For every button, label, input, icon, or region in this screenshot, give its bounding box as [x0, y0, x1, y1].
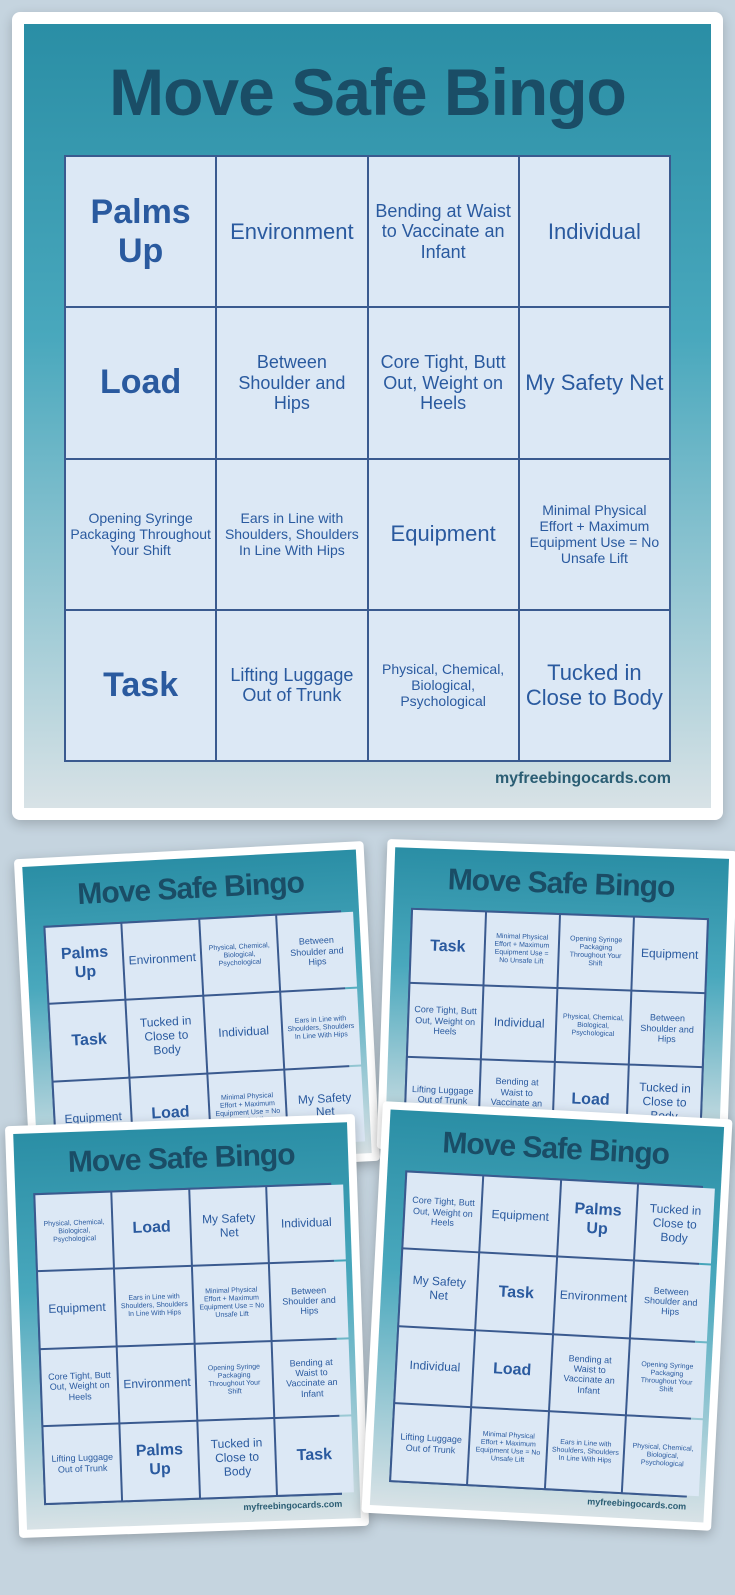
bingo-cell: Ears in Line with Shoulders, Shoulders I… [281, 989, 360, 1068]
bingo-cell: Minimal Physical Effort + Maximum Equipm… [520, 460, 669, 609]
bingo-cell: Physical, Chemical, Biological, Psycholo… [369, 611, 518, 760]
thumbnails-area: Move Safe Bingo Palms UpEnvironmentPhysi… [12, 840, 723, 1580]
bingo-cell: Tucked in Close to Body [635, 1185, 714, 1264]
bingo-cell: Between Shoulder and Hips [277, 912, 356, 991]
bingo-cell: Core Tight, Butt Out, Weight on Heels [403, 1172, 482, 1251]
bingo-cell: Core Tight, Butt Out, Weight on Heels [408, 984, 482, 1058]
bingo-cell: Environment [217, 157, 366, 306]
bingo-cell: My Safety Net [399, 1250, 478, 1329]
thumb-card-4: Move Safe Bingo Core Tight, Butt Out, We… [361, 1101, 732, 1530]
bingo-cell: Equipment [632, 918, 706, 992]
bingo-cell: Task [66, 611, 215, 760]
bingo-cell: Opening Syringe Packaging Throughout You… [195, 1342, 273, 1420]
bingo-cell: Individual [520, 157, 669, 306]
bingo-cell: Ears in Line with Shoulders, Shoulders I… [546, 1412, 625, 1491]
bingo-cell: Minimal Physical Effort + Maximum Equipm… [193, 1265, 271, 1343]
bingo-cell: Equipment [369, 460, 518, 609]
bingo-cell: Load [66, 308, 215, 457]
bingo-cell: Bending at Waist to Vaccinate an Infant [550, 1335, 629, 1414]
bingo-cell: Palms Up [66, 157, 215, 306]
bingo-cell: Opening Syringe Packaging Throughout You… [627, 1339, 706, 1418]
bingo-cell: Task [50, 1001, 129, 1080]
bingo-cell: Bending at Waist to Vaccinate an Infant [369, 157, 518, 306]
bingo-cell: My Safety Net [520, 308, 669, 457]
bingo-grid-main: Palms UpEnvironmentBending at Waist to V… [64, 155, 671, 762]
bingo-cell: Core Tight, Butt Out, Weight on Heels [41, 1347, 119, 1425]
bingo-cell: Tucked in Close to Body [520, 611, 669, 760]
bingo-cell: Minimal Physical Effort + Maximum Equipm… [484, 913, 558, 987]
bingo-cell: Task [275, 1416, 353, 1494]
bingo-cell: Individual [204, 993, 283, 1072]
bingo-cell: Task [411, 910, 485, 984]
bingo-cell: Environment [123, 920, 202, 999]
bingo-cell: Physical, Chemical, Biological, Psycholo… [200, 916, 279, 995]
bingo-cell: Tucked in Close to Body [198, 1419, 276, 1497]
bingo-cell: Palms Up [45, 924, 124, 1003]
bingo-cell: Tucked in Close to Body [127, 997, 206, 1076]
bingo-cell: Equipment [38, 1270, 116, 1348]
bingo-cell: Individual [395, 1327, 474, 1406]
bingo-cell: Environment [118, 1345, 196, 1423]
bingo-cell: Palms Up [121, 1422, 199, 1500]
bingo-cell: Between Shoulder and Hips [270, 1262, 348, 1340]
bingo-grid-thumb4: Core Tight, Butt Out, Weight on HeelsEqu… [389, 1170, 703, 1497]
bingo-cell: Individual [267, 1184, 345, 1262]
card-title: Move Safe Bingo [64, 54, 671, 130]
card-title: Move Safe Bingo [412, 862, 711, 906]
bingo-cell: Individual [482, 986, 556, 1060]
card-title: Move Safe Bingo [32, 1137, 331, 1181]
card-title: Move Safe Bingo [41, 864, 340, 914]
bingo-cell: Physical, Chemical, Biological, Psycholo… [35, 1193, 113, 1271]
bingo-cell: Minimal Physical Effort + Maximum Equipm… [468, 1408, 547, 1487]
bingo-cell: Environment [554, 1258, 633, 1337]
bingo-cell: Load [113, 1190, 191, 1268]
bingo-grid-thumb3: Physical, Chemical, Biological, Psycholo… [33, 1183, 342, 1505]
card-title: Move Safe Bingo [406, 1124, 705, 1174]
bingo-cell: Opening Syringe Packaging Throughout You… [66, 460, 215, 609]
bingo-cell: My Safety Net [190, 1187, 268, 1265]
bingo-cell: Lifting Luggage Out of Trunk [391, 1404, 470, 1483]
bingo-cell: Between Shoulder and Hips [217, 308, 366, 457]
card-inner: Move Safe Bingo Palms UpEnvironmentBendi… [24, 24, 711, 808]
bingo-cell: Ears in Line with Shoulders, Shoulders I… [217, 460, 366, 609]
main-bingo-card: Move Safe Bingo Palms UpEnvironmentBendi… [12, 12, 723, 820]
card-footer: myfreebingocards.com [64, 770, 671, 788]
bingo-cell: Load [473, 1331, 552, 1410]
bingo-cell: Physical, Chemical, Biological, Psycholo… [623, 1416, 702, 1495]
bingo-cell: Ears in Line with Shoulders, Shoulders I… [115, 1267, 193, 1345]
bingo-cell: Equipment [481, 1177, 560, 1256]
bingo-cell: Physical, Chemical, Biological, Psycholo… [556, 989, 630, 1063]
bingo-cell: Task [477, 1254, 556, 1333]
bingo-cell: Between Shoulder and Hips [631, 1262, 710, 1341]
bingo-cell: Opening Syringe Packaging Throughout You… [558, 915, 632, 989]
bingo-cell: Lifting Luggage Out of Trunk [217, 611, 366, 760]
bingo-cell: Palms Up [558, 1181, 637, 1260]
bingo-cell: Bending at Waist to Vaccinate an Infant [273, 1339, 351, 1417]
thumb-card-3: Move Safe Bingo Physical, Chemical, Biol… [5, 1114, 369, 1537]
bingo-cell: Lifting Luggage Out of Trunk [43, 1425, 121, 1503]
bingo-cell: Between Shoulder and Hips [630, 992, 704, 1066]
bingo-cell: Core Tight, Butt Out, Weight on Heels [369, 308, 518, 457]
